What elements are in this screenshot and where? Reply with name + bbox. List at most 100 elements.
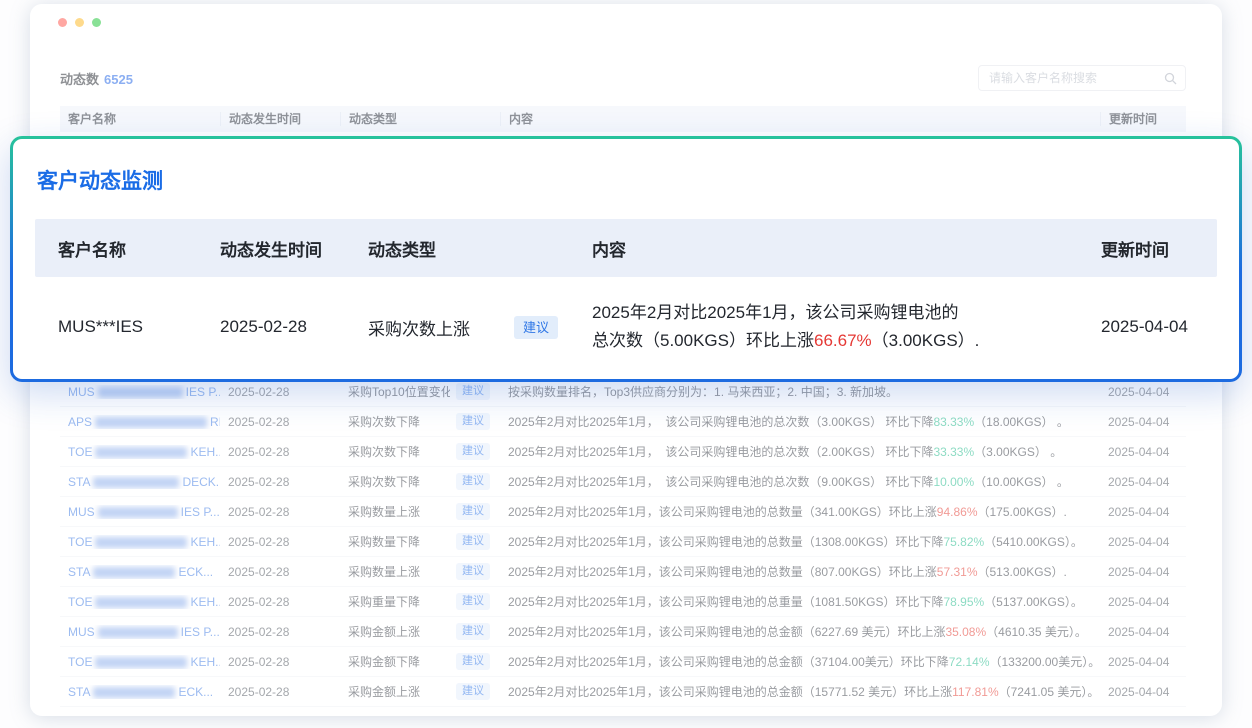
event-date: 2025-02-28: [220, 505, 340, 519]
search-icon[interactable]: [1164, 72, 1177, 85]
customer-name-prefix: TOE: [68, 595, 92, 609]
content-text: 按采购数量排名，Top3供应商分别为：1. 马来西亚；2. 中国；3. 新加坡。: [508, 385, 898, 399]
suggestion-badge: 建议: [456, 443, 490, 460]
event-content: 2025年2月对比2025年1月，该公司采购锂电池的总金额（15771.52 美…: [500, 683, 1100, 700]
suggestion-badge: 建议: [456, 383, 490, 400]
customer-name-prefix: STA: [68, 685, 90, 699]
event-content: 2025年2月对比2025年1月， 该公司采购锂电池的总次数（2.00KGS） …: [500, 443, 1100, 460]
customer-name-prefix: APS: [68, 415, 92, 429]
table-row[interactable]: APSRIVAT... 2025-02-28 采购次数下降 建议 2025年2月…: [60, 407, 1186, 437]
update-date: 2025-04-04: [1100, 385, 1186, 399]
customer-name-link[interactable]: TOEKEH...: [68, 655, 220, 669]
customer-name-suffix: KEH...: [190, 595, 220, 609]
table-row[interactable]: TOEKEH... 2025-02-28 采购次数下降 建议 2025年2月对比…: [60, 437, 1186, 467]
content-percent: 75.82%: [943, 535, 984, 549]
card-col-event-type: 动态类型: [368, 236, 592, 261]
table-row[interactable]: STADECK... 2025-02-28 采购次数下降 建议 2025年2月对…: [60, 467, 1186, 497]
event-content: 按采购数量排名，Top3供应商分别为：1. 马来西亚；2. 中国；3. 新加坡。: [500, 383, 1100, 400]
redacted-name-blur: [93, 687, 175, 698]
event-content: 2025年2月对比2025年1月，该公司采购锂电池的总金额（6227.69 美元…: [500, 623, 1100, 640]
content-percent: 57.31%: [937, 565, 978, 579]
customer-name-suffix: DECK...: [182, 475, 220, 489]
customer-name-suffix: IES P...: [181, 625, 220, 639]
customer-name-prefix: MUS: [68, 625, 95, 639]
card-suggestion-badge: 建议: [514, 316, 558, 339]
customer-name-prefix: MUS: [68, 385, 95, 399]
table-row[interactable]: TOEKEH... 2025-02-28 采购数量下降 建议 2025年2月对比…: [60, 527, 1186, 557]
customer-name-suffix: RIVAT...: [210, 415, 220, 429]
search-input[interactable]: [987, 70, 1164, 86]
close-window-icon[interactable]: [58, 18, 67, 27]
suggestion-badge: 建议: [456, 683, 490, 700]
suggestion-badge: 建议: [456, 593, 490, 610]
customer-name-link[interactable]: TOEKEH...: [68, 535, 220, 549]
customer-name-link[interactable]: STAECK...: [68, 565, 213, 579]
customer-name-prefix: TOE: [68, 445, 92, 459]
content-percent: 10.00%: [933, 475, 974, 489]
event-type: 采购数量下降: [348, 533, 420, 550]
event-date: 2025-02-28: [220, 535, 340, 549]
card-col-event-date: 动态发生时间: [220, 236, 368, 261]
card-update-date: 2025-04-04: [1087, 317, 1217, 337]
suggestion-badge: 建议: [456, 653, 490, 670]
table-row[interactable]: STAECK... 2025-02-28 采购金额上涨 建议 2025年2月对比…: [60, 677, 1186, 707]
card-event-content: 2025年2月对比2025年1月，该公司采购锂电池的 总次数（5.00KGS）环…: [592, 299, 1087, 355]
customer-name-link[interactable]: TOE KEH...: [68, 595, 220, 609]
table-row[interactable]: TOEKEH... 2025-02-28 采购重量下降 建议 2025年2月对比…: [60, 587, 1186, 617]
event-content: 2025年2月对比2025年1月，该公司采购锂电池的总数量（807.00KGS）…: [500, 563, 1100, 580]
col-event-date: 动态发生时间: [220, 112, 340, 126]
content-text-after: （4610.35 美元）。: [986, 625, 1087, 639]
table-row[interactable]: MUSIES P... 2025-02-28 采购金额上涨 建议 2025年2月…: [60, 617, 1186, 647]
suggestion-badge: 建议: [456, 623, 490, 640]
event-content: 2025年2月对比2025年1月， 该公司采购锂电池的总次数（3.00KGS） …: [500, 413, 1100, 430]
event-type: 采购金额下降: [348, 653, 420, 670]
customer-name-link[interactable]: APS RIVAT...: [68, 415, 220, 429]
card-content-after: （3.00KGS）.: [872, 331, 980, 350]
customer-name-link[interactable]: TOEKEH...: [68, 445, 220, 459]
update-date: 2025-04-04: [1100, 505, 1186, 519]
event-type: 采购金额上涨: [348, 683, 420, 700]
customer-name-link[interactable]: STADECK...: [68, 475, 220, 489]
col-updated-at: 更新时间: [1100, 112, 1186, 126]
card-col-updated-at: 更新时间: [1087, 236, 1217, 261]
event-date: 2025-02-28: [220, 625, 340, 639]
minimize-window-icon[interactable]: [75, 18, 84, 27]
redacted-name-blur: [93, 477, 179, 488]
card-col-content: 内容: [592, 236, 1087, 261]
customer-name-link[interactable]: MUS IES P...: [68, 625, 220, 639]
card-col-customer-name: 客户名称: [58, 236, 220, 261]
update-date: 2025-04-04: [1100, 595, 1186, 609]
customer-name-link[interactable]: MUS IES P...: [68, 505, 220, 519]
customer-name-suffix: KEH...: [190, 535, 220, 549]
content-text: 2025年2月对比2025年1月，该公司采购锂电池的总金额（6227.69 美元…: [508, 625, 945, 639]
content-text: 2025年2月对比2025年1月，该公司采购锂电池的总数量（1308.00KGS…: [508, 535, 943, 549]
content-percent: 33.33%: [933, 445, 974, 459]
customer-name-suffix: IES P...: [181, 505, 220, 519]
card-content-line2: 总次数（5.00KGS）环比上涨66.67%（3.00KGS）.: [592, 327, 1087, 355]
card-content-before: 总次数（5.00KGS）环比上涨: [592, 331, 814, 350]
card-table-row[interactable]: MUS***IES 2025-02-28 采购次数上涨 建议 2025年2月对比…: [35, 277, 1217, 377]
content-percent: 117.81%: [952, 685, 998, 699]
customer-name-link[interactable]: MUSIES P...: [68, 385, 220, 399]
table-body: MUSIES P... 2025-02-28 采购Top10位置变化 建议 按采…: [60, 377, 1186, 707]
redacted-name-blur: [98, 507, 178, 518]
event-type: 采购重量下降: [348, 593, 420, 610]
customer-search-box[interactable]: [978, 65, 1186, 91]
content-text-after: （10.00KGS） 。: [974, 475, 1069, 489]
customer-name-prefix: MUS: [68, 505, 95, 519]
table-row[interactable]: STAECK... 2025-02-28 采购数量上涨 建议 2025年2月对比…: [60, 557, 1186, 587]
maximize-window-icon[interactable]: [92, 18, 101, 27]
redacted-name-blur: [95, 537, 187, 548]
event-date: 2025-02-28: [220, 655, 340, 669]
table-row[interactable]: MUSIES P... 2025-02-28 采购数量上涨 建议 2025年2月…: [60, 497, 1186, 527]
redacted-name-blur: [95, 657, 187, 668]
customer-dynamics-monitor-card: 客户动态监测 客户名称 动态发生时间 动态类型 内容 更新时间 MUS***IE…: [10, 136, 1242, 382]
content-text: 2025年2月对比2025年1月， 该公司采购锂电池的总次数（3.00KGS） …: [508, 415, 933, 429]
content-percent: 35.08%: [945, 625, 986, 639]
card-event-date: 2025-02-28: [220, 317, 368, 337]
content-percent: 94.86%: [937, 505, 978, 519]
customer-name-link[interactable]: STAECK...: [68, 685, 213, 699]
event-type: 采购数量上涨: [348, 503, 420, 520]
suggestion-badge: 建议: [456, 413, 490, 430]
table-row[interactable]: TOEKEH... 2025-02-28 采购金额下降 建议 2025年2月对比…: [60, 647, 1186, 677]
